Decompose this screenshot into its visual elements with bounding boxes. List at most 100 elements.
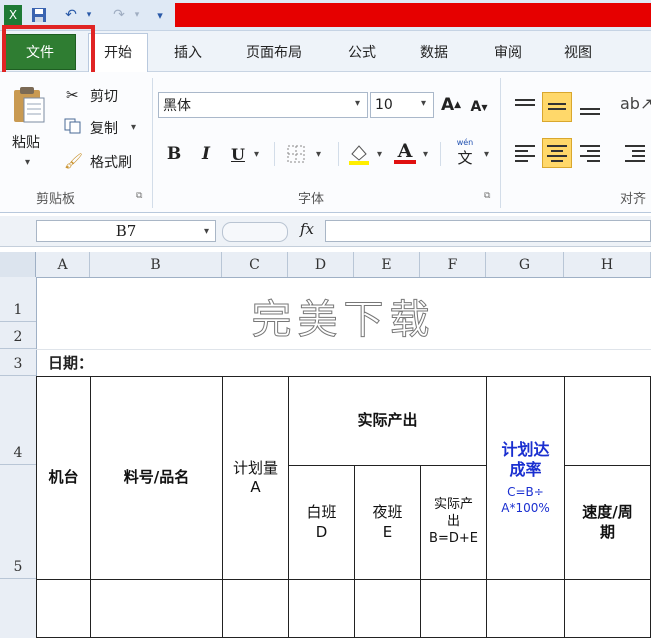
dialog-launcher-icon[interactable]: ⧉ [136,191,142,201]
header-part-name: 料号/品名 [90,376,223,580]
copy-button[interactable]: 复制 [90,118,118,138]
data-cell[interactable] [486,579,565,638]
cut-icon: ✂ [66,86,79,104]
align-top-icon[interactable] [512,94,538,120]
row-header[interactable]: 5 [0,465,36,579]
undo-icon[interactable]: ↶ [60,5,82,25]
font-color-letter: A [397,140,413,162]
header-plan-qty: 计划量 A [222,376,289,580]
paste-dropdown-icon[interactable]: ▾ [25,157,30,168]
tab-insert[interactable]: 插入 [160,40,216,64]
clipboard-group-label: 剪贴板 [36,192,76,207]
data-cell[interactable] [36,579,91,638]
select-all-corner[interactable] [0,252,36,277]
column-header[interactable]: A [36,252,90,277]
tab-view[interactable]: 视图 [550,40,606,64]
orientation-icon[interactable]: ab↗ [620,94,651,120]
paste-button[interactable]: 粘贴 [12,132,40,152]
align-left-icon[interactable] [512,140,538,166]
column-header[interactable]: B [90,252,222,277]
name-box[interactable]: B7 [36,220,216,242]
sheet-title: 完美下载 [251,297,436,344]
row-header[interactable]: 1 [0,277,36,322]
data-cell[interactable] [90,579,223,638]
copy-icon [64,118,82,134]
header-day-shift: 白班 D [288,465,355,580]
insert-function-button[interactable]: fx [300,220,314,238]
row-header[interactable]: 4 [0,376,36,465]
data-cell[interactable] [288,579,355,638]
border-icon[interactable] [286,144,308,164]
undo-dropdown-icon[interactable]: ▾ [82,5,96,25]
header-blank-top [564,376,651,466]
underline-button[interactable]: U [228,142,248,166]
data-cell[interactable] [420,579,487,638]
header-night-shift: 夜班 E [354,465,421,580]
redo-icon[interactable]: ↷ [108,5,130,25]
align-center-icon[interactable] [542,138,572,168]
customize-toolbar-icon[interactable]: ▾ [152,5,168,25]
font-name-combo[interactable]: 黑体 [158,92,368,118]
border-dropdown-icon[interactable]: ▾ [316,149,321,160]
fill-color-icon[interactable] [346,140,372,166]
font-color-icon[interactable]: A [392,138,418,166]
align-right-icon[interactable] [577,140,603,166]
paste-icon[interactable] [10,86,50,126]
format-painter-icon: 🖌 [64,152,84,170]
column-header[interactable]: H [564,252,651,277]
header-speed-cycle: 速度/周 期 [564,465,651,580]
font-group-label: 字体 [298,192,325,207]
cut-button[interactable]: 剪切 [90,86,118,106]
formula-input[interactable] [325,220,651,242]
plan-rate-label: 计划达 成率 [501,439,550,480]
decrease-indent-icon[interactable] [622,140,648,166]
underline-dropdown-icon[interactable]: ▾ [254,149,259,160]
column-header[interactable]: F [420,252,486,277]
grow-font-icon[interactable]: A ▲ [440,92,462,118]
align-middle-icon[interactable] [542,92,572,122]
italic-button[interactable]: I [196,142,216,166]
font-size-dropdown-icon[interactable]: ▾ [421,98,426,109]
separator [440,142,441,166]
header-plan-rate: 计划达 成率 C=B÷ A*100% [486,376,565,580]
column-header[interactable]: G [486,252,564,277]
data-cell[interactable] [354,579,421,638]
tab-formulas[interactable]: 公式 [334,40,390,64]
excel-icon: X [4,5,22,25]
format-painter-button[interactable]: 格式刷 [90,152,132,172]
tab-home[interactable]: 开始 [88,40,148,64]
save-icon[interactable] [28,5,50,25]
data-cell[interactable] [564,579,651,638]
alignment-group-label: 对齐 [620,192,647,207]
font-name-value: 黑体 [163,98,191,114]
dialog-launcher-icon[interactable]: ⧉ [484,191,490,201]
bold-button[interactable]: B [164,142,184,166]
header-actual-total: 实际产 出 B=D+E [420,465,487,580]
row-header[interactable] [0,579,36,638]
name-box-dropdown-icon[interactable]: ▾ [204,226,209,237]
tab-data[interactable]: 数据 [406,40,462,64]
data-cell[interactable] [222,579,289,638]
column-header[interactable]: E [354,252,420,277]
column-header[interactable]: D [288,252,354,277]
font-name-dropdown-icon[interactable]: ▾ [355,98,360,109]
tab-review[interactable]: 审阅 [480,40,536,64]
row-header[interactable]: 2 [0,322,36,349]
fill-color-dropdown-icon[interactable]: ▾ [377,149,382,160]
column-header[interactable]: C [222,252,288,277]
redo-dropdown-icon[interactable]: ▾ [130,5,144,25]
copy-dropdown-icon[interactable]: ▾ [131,122,136,133]
phonetic-dropdown-icon[interactable]: ▾ [484,149,489,160]
tab-page-layout[interactable]: 页面布局 [232,40,316,64]
align-bottom-icon[interactable] [577,94,603,120]
separator [338,142,339,166]
phonetic-pinyin: wén [456,138,474,147]
font-color-dropdown-icon[interactable]: ▾ [423,149,428,160]
font-size-value: 10 [375,97,393,113]
separator [500,78,501,208]
shrink-font-icon[interactable]: A ▼ [468,94,490,120]
date-label: 日期： [48,354,94,372]
phonetic-guide-icon[interactable]: wén 文 [450,138,480,168]
formula-resize-handle[interactable] [222,222,288,242]
row-header[interactable]: 3 [0,349,36,376]
